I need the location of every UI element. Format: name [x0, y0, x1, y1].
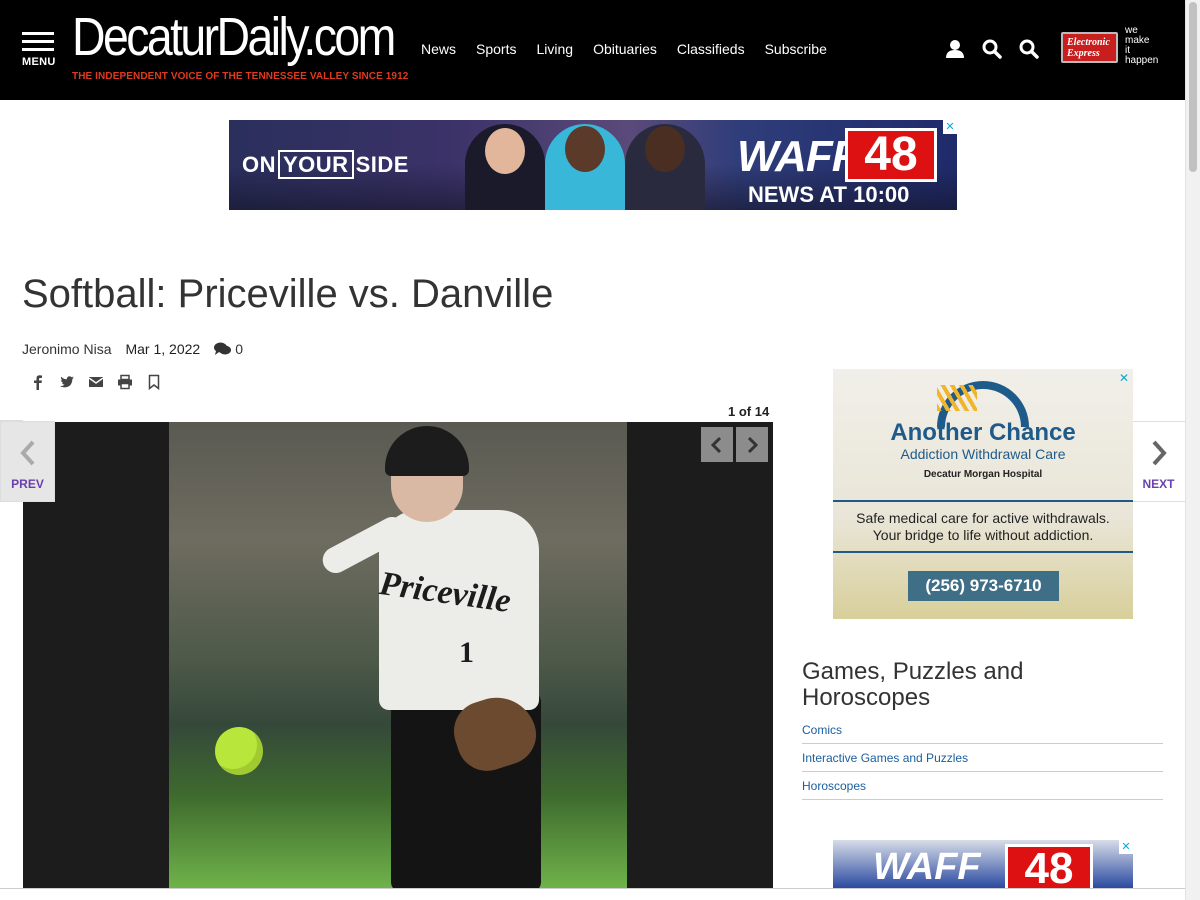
comics-link[interactable]: Comics [802, 723, 842, 737]
ad-copy: Safe medical care for active withdrawals… [833, 510, 1133, 544]
ad-station: WAFF [737, 132, 859, 181]
ad-arc-logo [937, 385, 977, 411]
next-label: NEXT [1142, 477, 1175, 491]
logo-text: DecaturDaily.com [72, 7, 396, 67]
ad-copy-line: Safe medical care for active withdrawals… [856, 510, 1110, 526]
logo-tagline: THE INDEPENDENT VOICE OF THE TENNESSEE V… [72, 71, 409, 82]
photo-gallery: Priceville 1 [23, 422, 773, 888]
top-banner-ad[interactable]: ON YOUR SIDE WAFF 48 NEWS AT 10:00 ✕ [229, 120, 957, 210]
horoscopes-link[interactable]: Horoscopes [802, 779, 866, 793]
twitter-icon[interactable] [59, 374, 75, 390]
article-meta: Jeronimo Nisa Mar 1, 2022 0 [22, 341, 243, 357]
hamburger-icon-bar [22, 40, 54, 43]
nav-news[interactable]: News [421, 41, 456, 57]
photo-detail [385, 426, 469, 476]
ad-channel: 48 [1005, 844, 1093, 888]
nav-living[interactable]: Living [536, 41, 573, 57]
scrollbar-thumb[interactable] [1189, 2, 1197, 172]
share-toolbar [30, 374, 162, 390]
email-icon[interactable] [88, 374, 104, 390]
ad-slogan-box: YOUR [278, 150, 354, 179]
sidebar-ad[interactable]: Another Chance Addiction Withdrawal Care… [833, 369, 1133, 619]
ad-slogan-pre: ON [242, 152, 276, 177]
ad-copy-line: Your bridge to life without addiction. [872, 527, 1094, 543]
ad-newscast: NEWS AT 10:00 [748, 182, 910, 207]
list-item: Interactive Games and Puzzles [802, 744, 1163, 772]
menu-button[interactable]: MENU [22, 32, 58, 72]
bookmark-icon[interactable] [146, 374, 162, 390]
sponsor-logo-text: Electronic Express [1067, 37, 1110, 59]
sidebar-bottom-ad[interactable]: WAFF 48 ✕ [833, 840, 1133, 888]
page-scrollbar[interactable] [1185, 0, 1200, 900]
ad-divider [833, 551, 1133, 553]
prev-article-button[interactable]: PREV [0, 421, 55, 502]
comment-count-link[interactable]: 0 [214, 341, 243, 357]
list-item: Horoscopes [802, 772, 1163, 800]
menu-label: MENU [22, 56, 56, 68]
prev-label: PREV [11, 477, 44, 491]
print-icon[interactable] [117, 374, 133, 390]
site-header: MENU DecaturDaily.com THE INDEPENDENT VO… [0, 0, 1185, 100]
search-icon[interactable] [1018, 38, 1040, 60]
ad-slogan-post: SIDE [355, 152, 409, 177]
photo-detail [215, 727, 263, 775]
author-link[interactable]: Jeronimo Nisa [22, 341, 111, 357]
sponsor-tag-line: happen [1125, 55, 1159, 66]
comments-icon [214, 342, 232, 355]
games-link-list: Comics Interactive Games and Puzzles Hor… [802, 716, 1163, 800]
hamburger-icon-bar [22, 48, 54, 51]
hamburger-icon [22, 32, 54, 35]
ad-anchor-photo [485, 128, 525, 174]
user-icon[interactable] [944, 38, 966, 60]
divider [0, 888, 1185, 889]
ad-subtitle: Addiction Withdrawal Care [900, 446, 1066, 462]
ad-close-icon[interactable]: ✕ [1119, 840, 1133, 854]
article-headline: Softball: Priceville vs. Danville [22, 272, 554, 316]
sponsor-tagline: we make it happen [1125, 26, 1175, 66]
sponsor-tag-line: make [1125, 35, 1150, 46]
ad-station: WAFF [873, 846, 981, 888]
jersey-number: 1 [459, 636, 474, 669]
site-logo[interactable]: DecaturDaily.com THE INDEPENDENT VOICE O… [72, 6, 409, 90]
chevron-left-icon [19, 440, 34, 466]
ad-anchor-photo [645, 126, 685, 172]
gallery-prev-button[interactable] [701, 427, 733, 462]
games-section-title: Games, Puzzles and Horoscopes [802, 658, 1024, 711]
list-item: Comics [802, 716, 1163, 744]
ad-channel: 48 [845, 128, 937, 182]
next-article-button[interactable]: NEXT [1131, 421, 1186, 502]
ad-title: Another Chance [890, 419, 1076, 446]
games-puzzles-link[interactable]: Interactive Games and Puzzles [802, 751, 968, 765]
nav-sports[interactable]: Sports [476, 41, 516, 57]
chevron-right-icon [1152, 440, 1167, 466]
ad-divider [833, 500, 1133, 502]
facebook-icon[interactable] [30, 374, 46, 390]
ad-station-logo: WAFF 48 [737, 126, 937, 184]
chevron-left-icon [710, 436, 722, 453]
publish-date: Mar 1, 2022 [125, 341, 201, 357]
ad-phone-button[interactable]: (256) 973-6710 [908, 571, 1059, 601]
comment-count: 0 [235, 341, 243, 357]
ad-hospital: Decatur Morgan Hospital [923, 469, 1043, 480]
gallery-photo[interactable]: Priceville 1 [169, 422, 627, 888]
sponsor-logo[interactable]: Electronic Express [1061, 32, 1118, 63]
gallery-next-button[interactable] [736, 427, 768, 462]
ad-close-icon[interactable]: ✕ [1117, 371, 1131, 385]
nav-subscribe[interactable]: Subscribe [765, 41, 827, 57]
gallery-counter: 1 of 14 [728, 404, 770, 419]
ad-close-icon[interactable]: ✕ [943, 120, 957, 134]
search-icon[interactable] [981, 38, 1003, 60]
nav-classifieds[interactable]: Classifieds [677, 41, 745, 57]
ad-anchor-photo [565, 126, 605, 172]
nav-obituaries[interactable]: Obituaries [593, 41, 657, 57]
main-nav: News Sports Living Obituaries Classified… [421, 41, 827, 57]
ad-slogan: ON YOUR SIDE [242, 150, 409, 179]
chevron-right-icon [747, 436, 759, 453]
